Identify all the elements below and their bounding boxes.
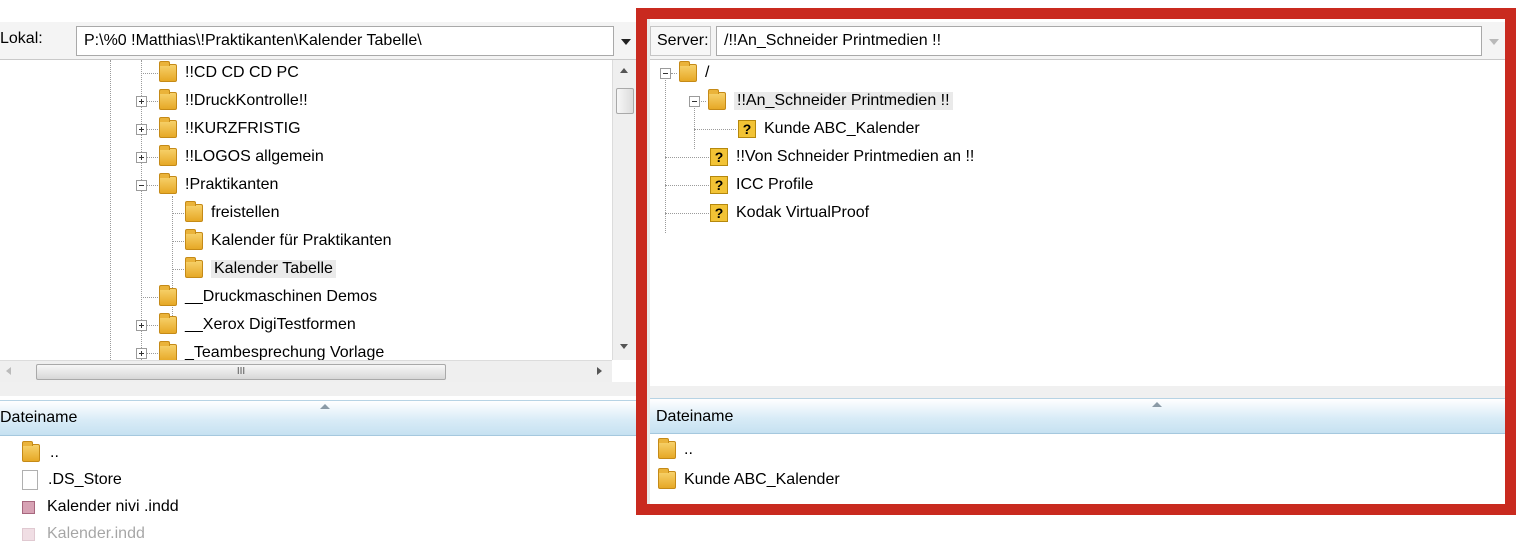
expand-druckkontrolle-icon[interactable] <box>136 96 147 107</box>
server-label: Server: <box>657 32 709 49</box>
list-item[interactable]: Kalender.indd <box>0 520 145 543</box>
server-column-filename[interactable]: Dateiname <box>656 399 733 435</box>
scroll-grip: III <box>236 366 246 377</box>
server-file-list: .. Kunde ABC_Kalender <box>650 434 1506 504</box>
local-tree-item[interactable]: !Praktikanten <box>159 172 278 198</box>
collapse-root-icon[interactable] <box>660 68 671 79</box>
local-file-list: .. .DS_Store Kalender nivi .indd Kalende… <box>0 436 636 543</box>
expand-teambesprechung-icon[interactable] <box>136 348 147 359</box>
local-tree-item[interactable]: freistellen <box>185 200 279 226</box>
folder-icon <box>159 89 177 110</box>
local-tree-vertical-scrollbar[interactable] <box>612 60 636 360</box>
local-tree: !!CD CD CD PC !!DruckKontrolle!! !!KURZF… <box>0 60 612 360</box>
unknown-folder-icon: ? <box>710 148 728 166</box>
folder-icon <box>159 145 177 166</box>
list-item[interactable]: Kalender nivi .indd <box>0 493 179 521</box>
folder-icon <box>159 341 177 360</box>
unknown-folder-icon: ? <box>738 120 756 138</box>
local-path-input[interactable]: P:\%0 !Matthias\!Praktikanten\Kalender T… <box>76 26 614 56</box>
local-label: Lokal: <box>0 30 43 47</box>
file-icon <box>22 470 38 490</box>
server-tree-item[interactable]: ? ICC Profile <box>710 172 813 198</box>
server-tree-item[interactable]: ? Kunde ABC_Kalender <box>738 116 920 142</box>
sort-ascending-icon <box>1152 402 1162 407</box>
unknown-folder-icon: ? <box>710 204 728 222</box>
server-path-dropdown-icon[interactable] <box>1484 27 1504 55</box>
scroll-left-icon[interactable] <box>6 367 11 375</box>
folder-icon <box>658 438 676 459</box>
sort-ascending-icon <box>320 404 330 409</box>
folder-icon <box>159 173 177 194</box>
pane-divider[interactable] <box>636 8 650 515</box>
local-tree-item[interactable]: Kalender für Praktikanten <box>185 228 392 254</box>
local-tree-item-selected[interactable]: Kalender Tabelle <box>185 256 336 282</box>
folder-icon <box>159 61 177 82</box>
list-item[interactable]: .. <box>658 436 693 464</box>
horizontal-scroll-thumb[interactable]: III <box>36 364 446 380</box>
local-tree-item[interactable]: !!KURZFRISTIG <box>159 116 301 142</box>
list-item[interactable]: .. <box>0 439 59 467</box>
folder-icon <box>185 257 203 278</box>
list-item[interactable]: .DS_Store <box>0 466 122 494</box>
expand-logos-icon[interactable] <box>136 152 147 163</box>
folder-icon <box>22 441 40 462</box>
local-tree-item[interactable]: _Teambesprechung Vorlage <box>159 340 384 360</box>
folder-icon <box>185 229 203 250</box>
server-tree-item[interactable]: ? Kodak VirtualProof <box>710 200 869 226</box>
folder-icon <box>159 285 177 306</box>
local-tree-item[interactable]: !!DruckKontrolle!! <box>159 88 308 114</box>
local-column-filename[interactable]: Dateiname <box>0 401 77 435</box>
scroll-right-icon[interactable] <box>597 367 602 375</box>
server-pane-separator <box>650 386 1506 398</box>
local-list-header[interactable]: Dateiname <box>0 400 636 436</box>
server-path-input[interactable]: /!!An_Schneider Printmedien !! <box>716 26 1482 56</box>
server-tree-item-selected[interactable]: !!An_Schneider Printmedien !! <box>708 88 953 114</box>
local-tree-horizontal-scrollbar[interactable]: III <box>0 360 612 382</box>
scroll-thumb[interactable] <box>616 88 634 114</box>
local-tree-item[interactable]: __Xerox DigiTestformen <box>159 312 356 338</box>
folder-icon <box>679 61 697 82</box>
server-list-header[interactable]: Dateiname <box>650 398 1506 434</box>
folder-icon <box>185 201 203 222</box>
local-pane-separator <box>0 382 636 396</box>
local-path-bar: Lokal: P:\%0 !Matthias\!Praktikanten\Kal… <box>0 22 636 60</box>
indd-file-icon <box>22 500 35 514</box>
server-tree: / !!An_Schneider Printmedien !! ? Kunde A… <box>650 60 1506 386</box>
expand-xerox-icon[interactable] <box>136 320 147 331</box>
scroll-down-icon[interactable] <box>620 344 628 349</box>
folder-icon <box>708 89 726 110</box>
collapse-praktikanten-icon[interactable] <box>136 180 147 191</box>
local-path-dropdown-icon[interactable] <box>616 27 636 55</box>
server-path-bar: Server: /!!An_Schneider Printmedien !! <box>650 22 1506 60</box>
expand-kurzfristig-icon[interactable] <box>136 124 147 135</box>
indd-file-icon <box>22 527 35 541</box>
folder-icon <box>159 117 177 138</box>
server-tree-item[interactable]: ? !!Von Schneider Printmedien an !! <box>710 144 974 170</box>
local-tree-item[interactable]: __Druckmaschinen Demos <box>159 284 377 310</box>
local-tree-item[interactable]: !!LOGOS allgemein <box>159 144 324 170</box>
server-tree-item[interactable]: / <box>679 60 709 86</box>
server-label-box: Server: <box>650 26 711 56</box>
folder-icon <box>658 468 676 489</box>
list-item[interactable]: Kunde ABC_Kalender <box>658 466 840 494</box>
unknown-folder-icon: ? <box>710 176 728 194</box>
local-tree-item[interactable]: !!CD CD CD PC <box>159 60 299 86</box>
scroll-up-icon[interactable] <box>620 68 628 73</box>
collapse-an-schneider-icon[interactable] <box>689 96 700 107</box>
folder-icon <box>159 313 177 334</box>
